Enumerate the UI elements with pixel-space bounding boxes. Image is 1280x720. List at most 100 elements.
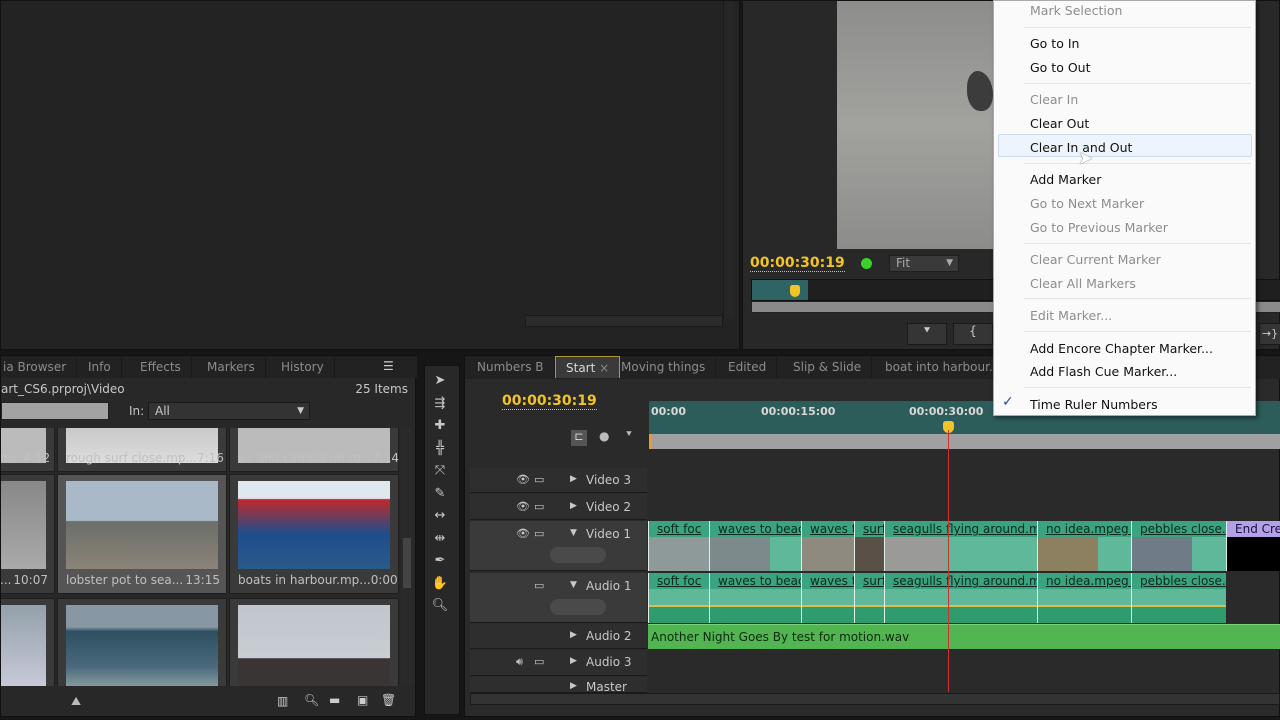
list-item[interactable] xyxy=(57,598,227,686)
timeline-clip[interactable]: seagulls flying around.mp xyxy=(884,521,1037,571)
timeline-clip[interactable]: no idea.mpeg [A xyxy=(1037,573,1131,623)
new-bin-icon[interactable]: ▬ xyxy=(329,693,340,707)
menu-item-clear-in[interactable]: Clear In xyxy=(1030,92,1078,107)
timeline-clip[interactable]: pebbles close. xyxy=(1131,521,1226,571)
timeline-horizontal-scrollbar[interactable] xyxy=(470,693,1280,705)
collapse-icon[interactable]: ▼ xyxy=(570,580,577,590)
lock-icon[interactable]: ▭ xyxy=(534,473,544,486)
tab-moving-things[interactable]: Moving things xyxy=(611,356,717,378)
timeline-clip[interactable]: surf xyxy=(854,573,884,623)
menu-item-add-marker[interactable]: Add Marker xyxy=(1030,172,1101,187)
hand-tool-icon[interactable]: ✋ xyxy=(431,575,449,593)
menu-item-mark-selection[interactable]: Mark Selection xyxy=(1030,3,1122,18)
audio2-clip[interactable]: Another Night Goes By test for motion.wa… xyxy=(648,624,1280,649)
tab-edited[interactable]: Edited xyxy=(718,356,778,378)
eye-icon[interactable]: 👁︎ xyxy=(516,500,530,513)
playhead-line[interactable] xyxy=(948,430,949,692)
list-item[interactable]: rough surf close.mp... 7:16 xyxy=(57,428,227,472)
timeline-clip[interactable]: waves to beac xyxy=(709,521,801,571)
go-to-out-button[interactable]: →} xyxy=(1259,323,1280,345)
thumbnail-scrollbar[interactable] xyxy=(401,428,413,686)
zoom-dropdown[interactable]: Fit ▼ xyxy=(889,255,959,272)
timeline-clip[interactable]: waves to beach xyxy=(709,573,801,623)
timeline-clip[interactable]: seagulls flying around.mpe xyxy=(884,573,1037,623)
playhead-marker-icon[interactable] xyxy=(790,285,800,297)
tab-markers[interactable]: Markers xyxy=(197,356,266,378)
new-item-icon[interactable]: ▣ xyxy=(357,693,368,707)
menu-item-edit-marker[interactable]: Edit Marker... xyxy=(1030,308,1112,323)
snap-icon[interactable]: ⊏ xyxy=(571,430,587,446)
menu-item-go-to-previous-marker[interactable]: Go to Previous Marker xyxy=(1030,220,1168,235)
pen-tool-icon[interactable]: ✒ xyxy=(431,552,449,570)
menu-item-add-flash-cue-marker[interactable]: Add Flash Cue Marker... xyxy=(1030,364,1177,379)
rolling-edit-tool-icon[interactable]: ╬ xyxy=(431,440,449,458)
program-timecode[interactable]: 00:00:30:19 xyxy=(750,255,845,272)
slip-tool-icon[interactable]: ↔ xyxy=(431,507,449,525)
menu-item-go-to-next-marker[interactable]: Go to Next Marker xyxy=(1030,196,1144,211)
menu-item-clear-out[interactable]: Clear Out xyxy=(1030,116,1089,131)
lock-icon[interactable]: ▭ xyxy=(534,527,544,540)
timeline-clip[interactable]: waves t xyxy=(801,521,854,571)
eye-icon[interactable]: 👁︎ xyxy=(516,473,530,486)
list-item[interactable]: m... 4:12 xyxy=(1,428,55,472)
selection-tool-icon[interactable]: ➤ xyxy=(431,372,449,390)
search-input[interactable] xyxy=(1,402,109,420)
tab-media-browser[interactable]: ia Browser xyxy=(0,356,78,378)
timeline-clip[interactable]: surf xyxy=(854,521,884,571)
timeline-clip[interactable]: soft foc xyxy=(648,573,709,623)
timeline-clip[interactable]: waves t xyxy=(801,573,854,623)
menu-item-clear-current-marker[interactable]: Clear Current Marker xyxy=(1030,252,1161,267)
menu-item-go-to-out[interactable]: Go to Out xyxy=(1030,60,1091,75)
trash-icon[interactable]: 🗑︎ xyxy=(381,693,396,707)
work-area-bar[interactable] xyxy=(649,434,1280,449)
horizontal-scrollbar[interactable] xyxy=(525,315,723,327)
vertical-scrollbar[interactable] xyxy=(723,1,735,319)
expand-icon[interactable]: ▶ xyxy=(570,501,577,511)
list-item[interactable]: boats in harbour.mp... 0:00 xyxy=(229,474,399,594)
lock-icon[interactable]: ▭ xyxy=(534,500,544,513)
menu-item-time-ruler-numbers[interactable]: Time Ruler Numbers xyxy=(1030,397,1158,412)
eye-icon[interactable]: 👁︎ xyxy=(516,527,530,540)
expand-icon[interactable]: ▶ xyxy=(570,656,577,666)
tab-effects[interactable]: Effects xyxy=(130,356,192,378)
expand-icon[interactable]: ▶ xyxy=(570,681,577,691)
tab-slip-slide[interactable]: Slip & Slide xyxy=(783,356,873,378)
timeline-clip[interactable]: soft foc xyxy=(648,521,709,571)
razor-tool-icon[interactable]: ✎ xyxy=(431,485,449,503)
menu-item-add-encore-chapter-marker[interactable]: Add Encore Chapter Marker... xyxy=(1030,341,1213,356)
keyframe-control[interactable] xyxy=(550,599,606,615)
timeline-timecode[interactable]: 00:00:30:19 xyxy=(502,393,597,410)
list-item[interactable]: s r and camilla on ro... 7:14 xyxy=(229,428,399,472)
timeline-clip[interactable]: End Cred xyxy=(1226,521,1280,571)
tab-history[interactable]: History xyxy=(271,356,335,378)
add-marker-icon[interactable]: ⯆ xyxy=(625,429,633,440)
rate-stretch-tool-icon[interactable]: ⤧ xyxy=(431,462,449,480)
keyframe-control[interactable] xyxy=(550,547,606,563)
panel-menu-icon[interactable]: ☰ xyxy=(383,359,394,373)
tab-info[interactable]: Info xyxy=(78,356,122,378)
in-dropdown[interactable]: All ▼ xyxy=(148,402,310,420)
add-marker-button[interactable]: ⯆ xyxy=(907,323,947,345)
lock-icon[interactable]: ▭ xyxy=(534,579,544,592)
track-select-tool-icon[interactable]: ⇶ xyxy=(431,395,449,413)
expand-icon[interactable]: ▶ xyxy=(570,630,577,640)
timeline-clip[interactable]: pebbles close.m xyxy=(1131,573,1226,623)
linked-selection-icon[interactable]: ● xyxy=(599,429,609,443)
close-icon[interactable]: × xyxy=(599,361,609,375)
zoom-slider-icon[interactable]: ⛰ xyxy=(71,694,81,709)
menu-item-clear-all-markers[interactable]: Clear All Markers xyxy=(1030,276,1136,291)
menu-item-go-to-in[interactable]: Go to In xyxy=(1030,36,1079,51)
collapse-icon[interactable]: ▼ xyxy=(570,528,577,538)
tab-numbers-b[interactable]: Numbers B xyxy=(467,356,555,378)
automate-to-sequence-icon[interactable]: ▥ xyxy=(277,694,288,708)
list-item[interactable]: lobster pot to sea... 13:15 xyxy=(57,474,227,594)
speaker-icon[interactable]: 🔊︎ xyxy=(516,655,523,669)
list-item[interactable] xyxy=(1,598,55,686)
list-item[interactable]: ... 10:07 xyxy=(1,474,55,594)
list-item[interactable] xyxy=(229,598,399,686)
zoom-tool-icon[interactable]: 🔍︎ xyxy=(431,597,449,615)
find-icon[interactable]: 🔍︎ xyxy=(304,693,319,707)
lock-icon[interactable]: ▭ xyxy=(534,655,544,668)
timeline-clip[interactable]: no idea.mpeg [V xyxy=(1037,521,1131,571)
slide-tool-icon[interactable]: ⇹ xyxy=(431,530,449,548)
